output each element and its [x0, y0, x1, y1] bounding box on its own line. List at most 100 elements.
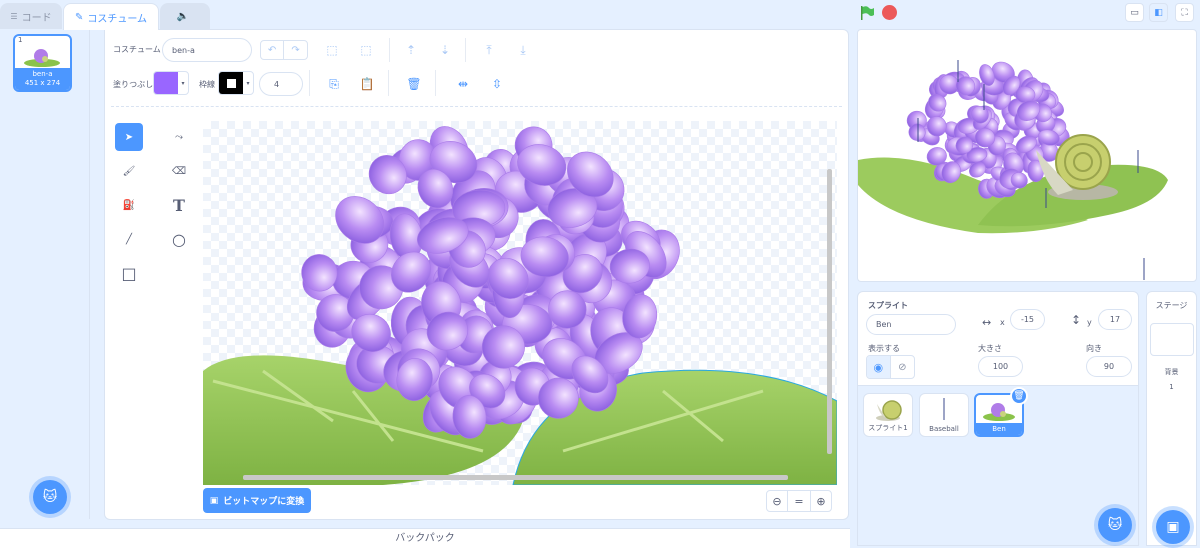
size-input[interactable]: 100	[978, 356, 1023, 377]
hide-button[interactable]: ⊘	[891, 356, 914, 378]
zoom-reset-button[interactable]: =	[788, 490, 810, 512]
vertical-arrows-icon: ↕	[1071, 313, 1082, 327]
costume-drawing	[203, 126, 837, 485]
fullscreen-icon: ⛶	[1181, 7, 1188, 18]
choose-costume-button[interactable]: 🐱	[33, 480, 67, 514]
paint-editor: コスチューム ben-a ↶ ↷ ⬚ ⬚ ⇡ ⇣ ⤒ ⤓ 塗りつぶし ▾ 枠線 …	[104, 29, 849, 520]
reshape-tool[interactable]: ⤳	[165, 123, 193, 151]
baseball-thumbnail	[943, 398, 945, 420]
costume-list: 1 ben-a 451 x 274 🐱	[0, 29, 90, 519]
redo-icon[interactable]: ↷	[284, 41, 307, 59]
divider	[309, 70, 310, 96]
direction-input[interactable]: 90	[1086, 356, 1132, 377]
sprite-label: スプライト	[868, 301, 908, 310]
reshape-icon: ⤳	[175, 131, 183, 143]
size-label: 大きさ	[978, 344, 1002, 353]
x-label: x	[1000, 318, 1005, 327]
costume-name-label: コスチューム	[113, 45, 161, 54]
forward-icon[interactable]: ⇡	[400, 39, 422, 61]
stop-button[interactable]	[882, 5, 897, 20]
line-tool[interactable]: ╱	[115, 225, 143, 253]
image-icon: ▣	[1166, 519, 1180, 535]
ungroup-icon[interactable]: ⬚	[355, 39, 377, 61]
flip-horizontal-icon[interactable]: ⇹	[452, 73, 474, 95]
brush-tool[interactable]: 🖌	[115, 157, 143, 185]
large-stage-icon: ◧	[1154, 7, 1163, 18]
zoom-in-button[interactable]: ⊕	[810, 490, 832, 512]
undo-icon[interactable]: ↶	[261, 41, 285, 59]
show-button[interactable]: ◉	[867, 356, 891, 378]
stage[interactable]	[857, 29, 1197, 282]
text-tool[interactable]: T	[165, 191, 193, 219]
select-tool[interactable]: ➤	[115, 123, 143, 151]
costume-label: ben-a 451 x 274	[15, 68, 70, 90]
y-input[interactable]: 17	[1098, 309, 1132, 330]
copy-icon[interactable]: ⎘	[323, 73, 345, 95]
show-label: 表示する	[868, 344, 900, 353]
small-stage-button[interactable]: ▭	[1125, 3, 1144, 22]
sprite-list-pane: スプライト1 Baseball Ben 🗑 🐱	[857, 386, 1139, 546]
large-stage-button[interactable]: ◧	[1149, 3, 1168, 22]
fill-label: 塗りつぶし	[113, 80, 154, 89]
backdrops-label: 背景	[1164, 368, 1179, 376]
fill-tool[interactable]: ⛽	[115, 191, 143, 219]
paint-canvas[interactable]	[203, 121, 837, 485]
eraser-icon: ⌫	[171, 165, 187, 177]
tab-sounds[interactable]: 🔈	[160, 3, 210, 29]
divider	[388, 70, 389, 96]
undo-redo-group: ↶ ↷	[260, 40, 308, 60]
speaker-icon: 🔈	[176, 11, 190, 22]
zoom-in-icon: ⊕	[816, 494, 826, 508]
tab-code-label: コード	[21, 13, 52, 24]
group-icon[interactable]: ⬚	[321, 39, 343, 61]
rectangle-tool[interactable]: □	[115, 259, 143, 287]
divider	[389, 38, 390, 62]
back-icon[interactable]: ⤓	[512, 39, 534, 61]
brush-icon: ✎	[74, 11, 84, 23]
flip-vertical-icon[interactable]: ⇳	[486, 73, 508, 95]
stage-thumbnail[interactable]	[1150, 323, 1194, 356]
trash-icon: 🗑	[1013, 391, 1025, 401]
tab-code[interactable]: ☰ コード	[0, 3, 62, 29]
image-icon: ▣	[209, 495, 219, 506]
sprite-name: Baseball	[929, 425, 959, 433]
costume-name-input[interactable]: ben-a	[162, 38, 252, 62]
paste-icon[interactable]: 📋	[356, 73, 378, 95]
code-icon: ☰	[10, 12, 18, 21]
x-input[interactable]: -15	[1010, 309, 1045, 330]
zoom-reset-label: =	[794, 494, 804, 508]
outline-width-input[interactable]: 4	[259, 72, 303, 96]
costume-name: ben-a	[32, 70, 53, 78]
bucket-icon: ⛽	[122, 199, 136, 211]
sprite-tile[interactable]: Baseball	[919, 393, 969, 437]
backward-icon[interactable]: ⇣	[434, 39, 456, 61]
arrow-icon: ➤	[124, 131, 134, 143]
green-flag-icon	[860, 5, 874, 20]
horizontal-arrows-icon: ↔	[982, 316, 992, 329]
tab-costumes-label: コスチューム	[87, 13, 148, 25]
circle-tool[interactable]: ○	[165, 225, 193, 253]
backpack-bar[interactable]: バックパック	[0, 528, 850, 548]
sprite-tile[interactable]: スプライト1	[863, 393, 913, 437]
convert-to-bitmap-button[interactable]: ▣ ビットマップに変換	[203, 488, 311, 513]
trash-icon[interactable]: 🗑	[403, 73, 425, 95]
costume-tile[interactable]: 1 ben-a 451 x 274	[13, 34, 72, 92]
choose-sprite-button[interactable]: 🐱	[1098, 508, 1132, 542]
choose-backdrop-button[interactable]: ▣	[1156, 510, 1190, 544]
stage-title: ステージ	[1155, 301, 1188, 310]
cat-plus-icon: 🐱	[42, 489, 58, 505]
brush-icon: 🖌	[122, 165, 136, 177]
fullscreen-button[interactable]: ⛶	[1175, 3, 1194, 22]
zoom-out-button[interactable]: ⊖	[766, 490, 788, 512]
fill-color-picker[interactable]: ▾	[153, 71, 189, 95]
front-icon[interactable]: ⤒	[478, 39, 500, 61]
chevron-down-icon: ▾	[246, 79, 250, 87]
sprite-name-input[interactable]: Ben	[866, 314, 956, 335]
green-flag-button[interactable]	[857, 3, 876, 22]
outline-color-swatch	[219, 72, 243, 94]
outline-color-picker[interactable]: ▾	[218, 71, 254, 95]
eraser-tool[interactable]: ⌫	[165, 157, 193, 185]
tab-costumes[interactable]: ✎ コスチューム	[63, 3, 159, 30]
circle-icon: ○	[172, 229, 186, 249]
delete-sprite-button[interactable]: 🗑	[1010, 387, 1028, 405]
